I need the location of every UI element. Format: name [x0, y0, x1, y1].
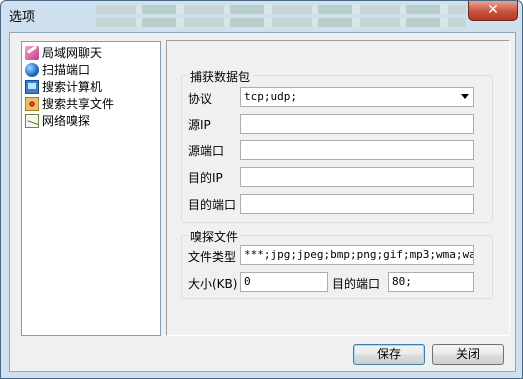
file-type-label: 文件类型 [188, 250, 237, 264]
source-ip-field[interactable] [240, 114, 474, 134]
dest-port-field[interactable] [240, 194, 474, 214]
close-icon: ✕ [487, 2, 499, 18]
tree-item-label: 网络嗅探 [42, 114, 91, 128]
sniff-dest-port-label: 目的端口 [332, 277, 381, 291]
window-title: 选项 [9, 10, 36, 25]
sniff-dest-port-field[interactable]: 80; [388, 272, 474, 292]
computer-icon [25, 79, 39, 94]
tree-item-label: 搜索共享文件 [42, 97, 115, 111]
source-ip-label: 源IP [188, 118, 211, 132]
tree-item-label: 搜索计算机 [42, 80, 103, 94]
settings-panel: 捕获数据包 协议 tcp;udp; 源IP 源端口 目的IP 目的端口 嗅探文件… [166, 40, 510, 336]
capture-packets-group: 捕获数据包 协议 tcp;udp; 源IP 源端口 目的IP 目的端口 [181, 68, 493, 223]
dest-ip-label: 目的IP [188, 171, 223, 185]
sniff-files-group: 嗅探文件 文件类型 ***;jpg;jpeg;bmp;png;gif;mp3;w… [181, 228, 493, 299]
size-field[interactable]: 0 [240, 272, 328, 292]
title-bar[interactable]: 选项 ✕ [1, 1, 522, 31]
source-port-field[interactable] [240, 140, 474, 160]
close-button[interactable]: 关闭 [432, 344, 504, 365]
tree-item-search-shared-files[interactable]: 搜索共享文件 [25, 95, 114, 112]
options-tree: 局域网聊天 扫描端口 搜索计算机 搜索共享文件 网络嗅探 [21, 41, 161, 336]
dialog-client-area: 局域网聊天 扫描端口 搜索计算机 搜索共享文件 网络嗅探 捕获数据包 协议 tc… [9, 32, 516, 372]
save-button[interactable]: 保存 [353, 344, 425, 365]
group-label: 嗅探文件 [188, 228, 241, 245]
scan-icon [25, 62, 39, 77]
tree-item-network-sniff[interactable]: 网络嗅探 [25, 112, 90, 129]
chevron-down-icon [461, 94, 469, 99]
protocol-select[interactable]: tcp;udp; [240, 87, 474, 107]
chat-icon [25, 45, 39, 60]
close-window-button[interactable]: ✕ [468, 1, 518, 21]
dest-port-label: 目的端口 [188, 198, 237, 212]
options-dialog: 选项 ✕ 局域网聊天 扫描端口 搜索计算机 搜索共享文件 网络嗅探 捕获数据包 … [0, 0, 523, 379]
tree-item-search-computer[interactable]: 搜索计算机 [25, 78, 102, 95]
size-label: 大小(KB) [188, 277, 238, 291]
tree-item-lan-chat[interactable]: 局域网聊天 [25, 44, 102, 61]
tree-item-label: 扫描端口 [42, 63, 91, 77]
dest-ip-field[interactable] [240, 167, 474, 187]
mail-icon [25, 113, 39, 128]
protocol-label: 协议 [188, 92, 213, 106]
tree-item-label: 局域网聊天 [42, 46, 103, 60]
group-label: 捕获数据包 [188, 68, 253, 85]
tree-item-port-scan[interactable]: 扫描端口 [25, 61, 90, 78]
protocol-value: tcp;udp; [244, 90, 297, 103]
file-type-field[interactable]: ***;jpg;jpeg;bmp;png;gif;mp3;wma;wav;avi [240, 245, 474, 265]
source-port-label: 源端口 [188, 144, 225, 158]
shared-file-icon [25, 96, 39, 111]
